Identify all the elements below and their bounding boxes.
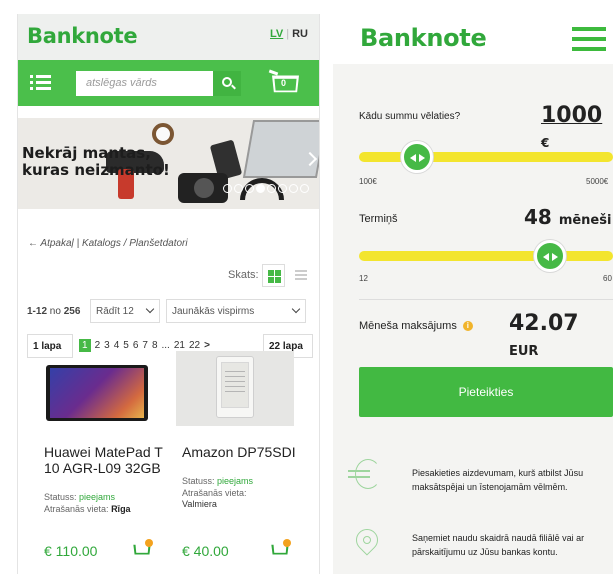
breadcrumb-current: Planšetdatori [129, 238, 188, 249]
product-location: Atrašanās vieta: Rīga [44, 504, 131, 514]
page-link[interactable]: 6 [133, 340, 139, 351]
chevron-down-icon [291, 304, 301, 314]
product-name[interactable]: Amazon DP75SDI [182, 444, 307, 460]
breadcrumb-back[interactable]: Atpakaļ [40, 238, 73, 249]
product-image[interactable] [176, 351, 294, 426]
page-link[interactable]: 21 [174, 340, 185, 351]
monthly-payment-value: 42.07 EUR [509, 311, 579, 359]
amount-label: Kādu summu vēlaties? [359, 111, 461, 122]
cart-icon[interactable]: 0 [268, 69, 303, 99]
amount-value[interactable]: 1000 € [541, 103, 613, 153]
chevron-down-icon [145, 304, 155, 314]
hamburger-menu-icon[interactable] [572, 27, 606, 51]
results-count: 1-12 no 256 [27, 306, 81, 317]
info-icon[interactable]: i [462, 321, 473, 332]
lang-ru-link[interactable]: RU [292, 28, 308, 40]
search-bar: atslēgas vārds 0 [18, 60, 319, 106]
lang-lv-link[interactable]: LV [270, 28, 283, 40]
search-icon [222, 77, 232, 87]
amount-max: 5000€ [586, 177, 609, 186]
monthly-payment-label: Mēneša maksājums i [359, 320, 473, 332]
location-pin-icon [351, 524, 383, 556]
page-link[interactable]: 2 [95, 340, 101, 351]
view-label: Skats: [228, 269, 259, 281]
product-image[interactable] [38, 351, 156, 426]
carousel-dots[interactable] [223, 180, 318, 193]
show-count-select[interactable]: Rādīt 12 [90, 299, 160, 323]
page-link[interactable]: 5 [123, 340, 129, 351]
page-numbers: 1 2 3 4 5 6 7 8... 21 22 > [79, 339, 210, 352]
cart-count: 0 [281, 78, 287, 88]
loan-calculator-screen: Banknote Kādu summu vēlaties? 1000 € 100… [333, 14, 613, 574]
sort-select[interactable]: Jaunākās vispirms [166, 299, 306, 323]
feature-text: Piesakieties aizdevumam, kurš atbilst Jū… [412, 468, 584, 492]
divider [359, 299, 613, 300]
term-slider-handle[interactable] [534, 240, 566, 272]
page-link[interactable]: 22 [189, 340, 200, 351]
breadcrumb-catalog[interactable]: Katalogs [82, 238, 121, 249]
page-link[interactable]: 7 [142, 340, 148, 351]
page-ellipsis: ... [161, 340, 170, 351]
feature-text: Saņemiet naudu skaidrā naudā filiālē vai… [412, 533, 585, 557]
amount-min: 100€ [359, 177, 377, 186]
next-page-icon[interactable]: > [204, 340, 210, 351]
euro-icon [348, 459, 381, 489]
amount-slider[interactable] [359, 141, 613, 173]
language-switcher: LV | RU [270, 28, 308, 40]
product-name[interactable]: Huawei MatePad T 10 AGR-L09 32GB [44, 444, 169, 476]
breadcrumb: ← Atpakaļ | Katalogs / Planšetdatori [28, 238, 188, 249]
menu-list-icon[interactable] [30, 75, 51, 91]
search-button[interactable] [213, 71, 241, 96]
apply-button[interactable]: Pieteikties [359, 367, 613, 417]
add-to-cart-icon[interactable] [131, 539, 153, 559]
term-slider[interactable] [359, 240, 613, 272]
term-label: Termiņš [359, 213, 398, 225]
header: Banknote LV | RU [18, 14, 319, 60]
term-min: 12 [359, 274, 368, 283]
logo[interactable]: Banknote [27, 24, 138, 48]
product-status: Statuss: pieejams [44, 492, 116, 502]
logo[interactable]: Banknote [360, 24, 487, 52]
search-input[interactable]: atslēgas vārds [76, 71, 213, 96]
term-max: 60 [603, 274, 612, 283]
back-arrow-icon[interactable]: ← [28, 238, 38, 249]
header: Banknote [333, 14, 613, 64]
product-price: € 40.00 [182, 543, 229, 559]
product-location: Atrašanās vieta: Valmiera [182, 488, 247, 509]
lang-separator: | [286, 28, 290, 40]
promo-banner[interactable]: Nekrāj mantas, kuras neizmanto! [18, 118, 319, 209]
term-value: 48 mēneši [524, 205, 612, 229]
page-link[interactable]: 8 [152, 340, 158, 351]
add-to-cart-icon[interactable] [269, 539, 291, 559]
product-status: Statuss: pieejams [182, 476, 254, 486]
amount-slider-handle[interactable] [401, 141, 433, 173]
page-link[interactable]: 4 [114, 340, 120, 351]
catalog-screen: Banknote LV | RU atslēgas vārds 0 Nekrāj m… [17, 14, 320, 574]
watch-image [152, 123, 174, 145]
grid-view-icon[interactable] [262, 264, 285, 287]
list-view-icon[interactable] [289, 264, 312, 287]
banner-headline: Nekrāj mantas, kuras neizmanto! [22, 144, 170, 179]
product-price: € 110.00 [44, 543, 98, 559]
page-link[interactable]: 3 [104, 340, 110, 351]
